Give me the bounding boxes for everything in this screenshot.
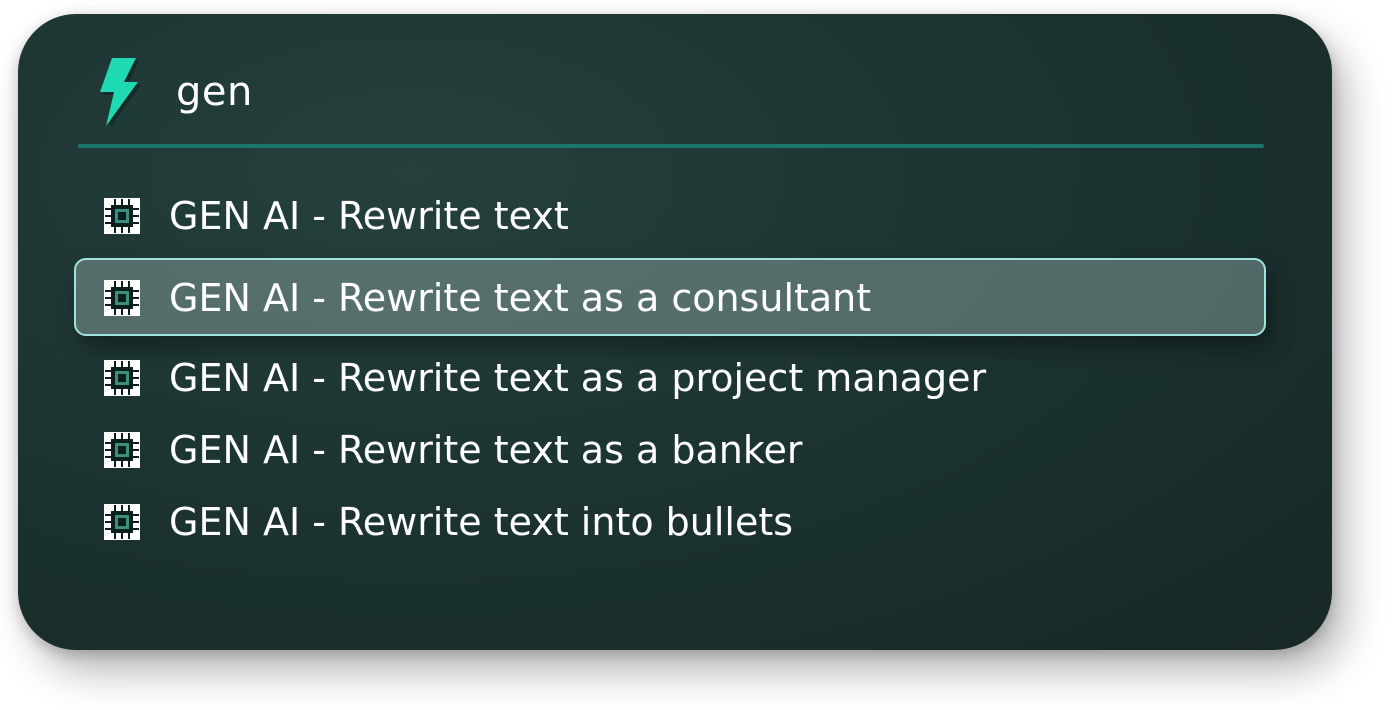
list-item-label: GEN AI - Rewrite text as a banker <box>169 428 803 472</box>
command-palette: gen GEN AI - Rewrite text GEN AI - Rewri… <box>18 14 1332 650</box>
list-item[interactable]: GEN AI - Rewrite text <box>74 180 1266 252</box>
results-list: GEN AI - Rewrite text GEN AI - Rewrite t… <box>74 180 1266 558</box>
search-bar[interactable]: gen <box>96 54 1282 148</box>
lightning-bolt-icon <box>100 58 140 126</box>
list-item[interactable]: GEN AI - Rewrite text as a project manag… <box>74 342 1266 414</box>
chip-icon <box>104 360 140 396</box>
list-item-label: GEN AI - Rewrite text into bullets <box>169 500 794 544</box>
search-input[interactable]: gen <box>176 68 253 116</box>
list-item-selected[interactable]: GEN AI - Rewrite text as a consultant <box>74 258 1266 336</box>
list-item-label: GEN AI - Rewrite text <box>169 194 569 238</box>
chip-icon <box>104 280 140 316</box>
chip-icon <box>104 504 140 540</box>
list-item[interactable]: GEN AI - Rewrite text into bullets <box>74 486 1266 558</box>
divider <box>78 144 1264 148</box>
list-item-label: GEN AI - Rewrite text as a project manag… <box>169 356 987 400</box>
list-item-label: GEN AI - Rewrite text as a consultant <box>169 276 872 320</box>
chip-icon <box>104 198 140 234</box>
list-item[interactable]: GEN AI - Rewrite text as a banker <box>74 414 1266 486</box>
chip-icon <box>104 432 140 468</box>
